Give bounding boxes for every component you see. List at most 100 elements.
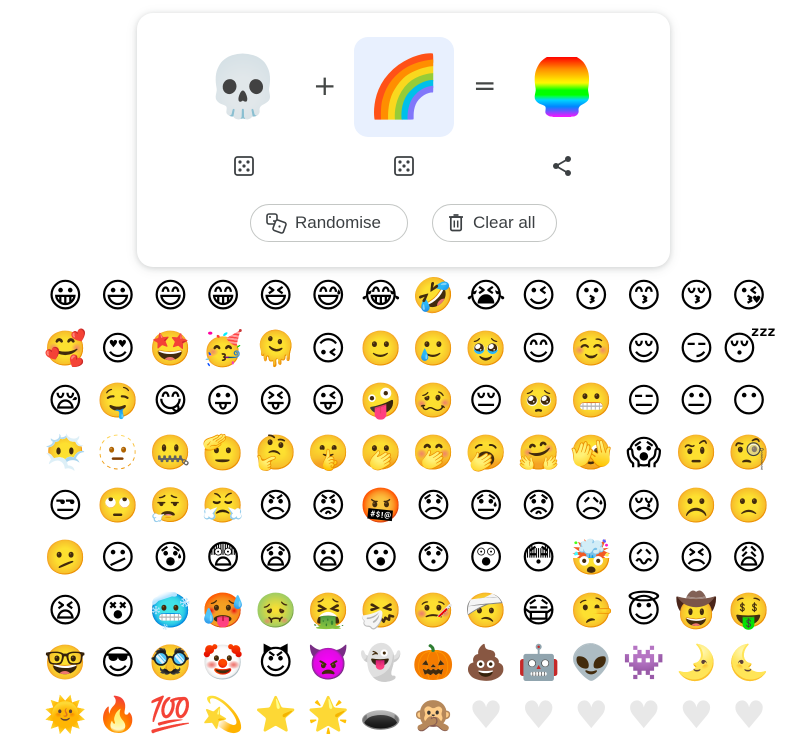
emoji-option[interactable]: 😏	[670, 322, 723, 374]
emoji-option[interactable]: 😡	[302, 480, 355, 532]
emoji-option[interactable]: 💯	[144, 689, 197, 741]
emoji-option[interactable]: 🤗	[512, 427, 565, 479]
emoji-option[interactable]: 😃	[92, 270, 145, 322]
emoji-option[interactable]: 😁	[197, 270, 250, 322]
emoji-option[interactable]: 💫	[197, 689, 250, 741]
emoji-option[interactable]: 🥱	[460, 427, 513, 479]
emoji-option[interactable]: 😉	[512, 270, 565, 322]
emoji-option[interactable]: 😊	[512, 322, 565, 374]
emoji-option[interactable]: 😶	[723, 375, 776, 427]
emoji-option[interactable]: 🤓	[39, 637, 92, 689]
emoji-option[interactable]: 🤨	[670, 427, 723, 479]
emoji-option[interactable]: 😖	[618, 532, 671, 584]
emoji-option[interactable]: 😷	[512, 584, 565, 636]
emoji-option[interactable]: 🙂	[355, 322, 408, 374]
emoji-option[interactable]: 😓	[460, 480, 513, 532]
emoji-option[interactable]: 😥	[565, 480, 618, 532]
emoji-option[interactable]: 😎	[92, 637, 145, 689]
emoji-option[interactable]: 😦	[302, 532, 355, 584]
emoji-option[interactable]: 🥹	[460, 322, 513, 374]
emoji-option[interactable]: 👾	[618, 637, 671, 689]
emoji-option[interactable]: 😌	[618, 322, 671, 374]
right-emoji-slot[interactable]: 🌈	[354, 37, 454, 137]
emoji-option[interactable]: 💩	[460, 637, 513, 689]
emoji-option[interactable]: 🤢	[249, 584, 302, 636]
randomise-button[interactable]: Randomise	[250, 204, 408, 242]
randomise-left-button[interactable]	[231, 153, 257, 179]
emoji-option[interactable]: 😆	[249, 270, 302, 322]
emoji-option[interactable]: 😚	[670, 270, 723, 322]
emoji-option[interactable]: 🫠	[249, 322, 302, 374]
emoji-option[interactable]: 😛	[197, 375, 250, 427]
emoji-option[interactable]: 🥶	[144, 584, 197, 636]
emoji-option[interactable]: 😣	[670, 532, 723, 584]
emoji-option[interactable]: 😶‍🌫️	[39, 427, 92, 479]
emoji-option[interactable]: 🥴	[407, 375, 460, 427]
emoji-option[interactable]: ☹️	[670, 480, 723, 532]
emoji-option[interactable]: 😮	[355, 532, 408, 584]
emoji-option[interactable]: 😭	[460, 270, 513, 322]
emoji-option[interactable]: 🤩	[144, 322, 197, 374]
emoji-option[interactable]: 😈	[249, 637, 302, 689]
emoji-option[interactable]: 🎃	[407, 637, 460, 689]
emoji-option[interactable]: 😱	[618, 427, 671, 479]
emoji-option[interactable]: 🌛	[670, 637, 723, 689]
emoji-option[interactable]: 😋	[144, 375, 197, 427]
emoji-option[interactable]: 🤤	[92, 375, 145, 427]
emoji-option[interactable]: 😳	[512, 532, 565, 584]
emoji-option[interactable]: 😞	[407, 480, 460, 532]
emoji-option[interactable]: 🕳️	[355, 689, 408, 741]
emoji-option[interactable]: 🧐	[723, 427, 776, 479]
emoji-option[interactable]: 🤒	[407, 584, 460, 636]
emoji-option[interactable]: 🤕	[460, 584, 513, 636]
emoji-option[interactable]: 🤠	[670, 584, 723, 636]
emoji-option[interactable]: 🔥	[92, 689, 145, 741]
emoji-option[interactable]: 😀	[39, 270, 92, 322]
emoji-option[interactable]: 🙊	[407, 689, 460, 741]
emoji-option[interactable]: 😔	[460, 375, 513, 427]
emoji-option[interactable]: ☺️	[565, 322, 618, 374]
emoji-option[interactable]: 😙	[618, 270, 671, 322]
emoji-option[interactable]: 🤯	[565, 532, 618, 584]
emoji-option[interactable]: 🥲	[407, 322, 460, 374]
emoji-option[interactable]: 🤣	[407, 270, 460, 322]
emoji-option[interactable]: 🌟	[302, 689, 355, 741]
emoji-option[interactable]: 👿	[302, 637, 355, 689]
emoji-option[interactable]: 😬	[565, 375, 618, 427]
emoji-option[interactable]: 😇	[618, 584, 671, 636]
emoji-option[interactable]: 🥸	[144, 637, 197, 689]
emoji-option[interactable]: 😢	[618, 480, 671, 532]
emoji-option[interactable]: 🤥	[565, 584, 618, 636]
emoji-option[interactable]: 😅	[302, 270, 355, 322]
emoji-option[interactable]: 😕	[92, 532, 145, 584]
emoji-option[interactable]: 😯	[407, 532, 460, 584]
emoji-option[interactable]: 😫	[39, 584, 92, 636]
emoji-option[interactable]: 😒	[39, 480, 92, 532]
emoji-option[interactable]: 😩	[723, 532, 776, 584]
emoji-option[interactable]: 🌜	[723, 637, 776, 689]
emoji-option[interactable]: 🙁	[723, 480, 776, 532]
emoji-option[interactable]: 🤫	[302, 427, 355, 479]
emoji-option[interactable]: 🤬	[355, 480, 408, 532]
emoji-option[interactable]: 😧	[249, 532, 302, 584]
emoji-option[interactable]: 😂	[355, 270, 408, 322]
emoji-option[interactable]: 😝	[249, 375, 302, 427]
randomise-right-button[interactable]	[391, 153, 417, 179]
emoji-option[interactable]: 😄	[144, 270, 197, 322]
emoji-option[interactable]: 🥵	[197, 584, 250, 636]
emoji-option[interactable]: 🥰	[39, 322, 92, 374]
emoji-option[interactable]: 🙃	[302, 322, 355, 374]
emoji-option[interactable]: 🫡	[197, 427, 250, 479]
emoji-option[interactable]: 🤑	[723, 584, 776, 636]
emoji-option[interactable]: 😵	[92, 584, 145, 636]
left-emoji-slot[interactable]: 💀	[193, 37, 293, 137]
emoji-option[interactable]: 😪	[39, 375, 92, 427]
emoji-option[interactable]: 🤭	[407, 427, 460, 479]
emoji-option[interactable]: 🤔	[249, 427, 302, 479]
emoji-option[interactable]: 🤮	[302, 584, 355, 636]
emoji-option[interactable]: 😠	[249, 480, 302, 532]
emoji-option[interactable]: 🥺	[512, 375, 565, 427]
emoji-option[interactable]: 😴	[723, 322, 776, 374]
emoji-option[interactable]: 👻	[355, 637, 408, 689]
emoji-option[interactable]: 🥳	[197, 322, 250, 374]
